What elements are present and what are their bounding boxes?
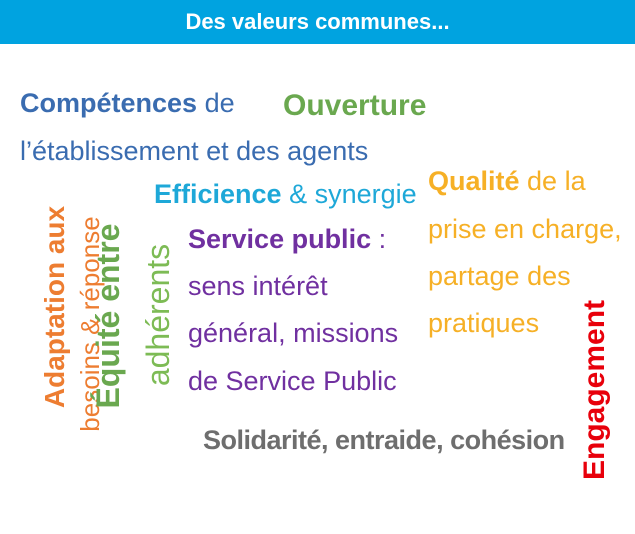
word-service-line4: de Service Public xyxy=(188,366,397,396)
word-competences-bold: Compétences xyxy=(20,88,198,118)
word-efficience: Efficience & synergie xyxy=(154,181,417,208)
word-qualite: Qualité de la xyxy=(428,168,586,195)
word-service-line3: général, missions xyxy=(188,318,399,348)
word-competences: Compétences de xyxy=(20,90,235,117)
word-service-line2: sens intérêt xyxy=(188,271,328,301)
word-service-rest: : xyxy=(371,224,387,254)
word-ouverture: Ouverture xyxy=(283,89,427,122)
word-efficience-rest: & synergie xyxy=(281,179,417,209)
word-qualite-rest: de la xyxy=(519,166,586,196)
word-adaptation: Adaptation aux xyxy=(39,205,70,409)
word-competences-rest: de xyxy=(197,88,235,118)
word-qualite-line2: prise en charge, xyxy=(428,214,622,244)
word-service-public: Service public : xyxy=(188,226,386,253)
word-qualite-bold: Qualité xyxy=(428,166,520,196)
word-efficience-bold: Efficience xyxy=(154,179,282,209)
page-title-banner: Des valeurs communes... xyxy=(0,0,635,44)
word-etablissement: l’établissement et des agents xyxy=(20,136,369,166)
word-service-bold: Service public xyxy=(188,224,372,254)
word-equite: Équité entre xyxy=(90,223,126,409)
word-solidarite: Solidarité, entraide, cohésion xyxy=(203,425,565,455)
word-qualite-line3: partage des xyxy=(428,261,571,291)
page-title: Des valeurs communes... xyxy=(185,9,450,34)
word-adherents: adhérents xyxy=(140,243,176,387)
word-engagement: Engagement xyxy=(578,299,611,481)
word-qualite-line4: pratiques xyxy=(428,308,540,338)
